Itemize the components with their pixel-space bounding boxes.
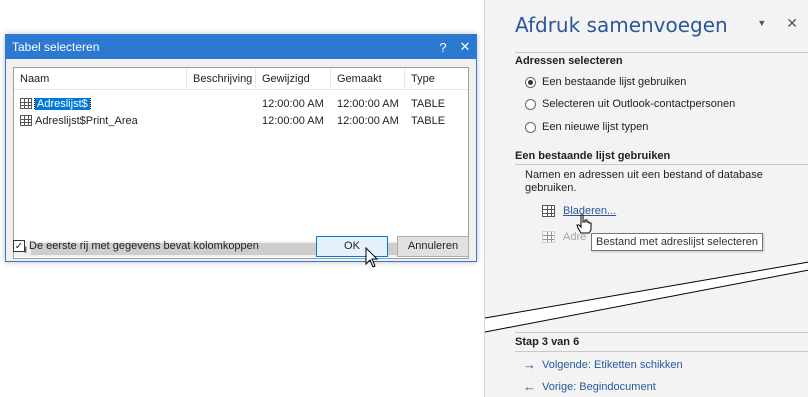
row-created: 12:00:00 AM [337, 114, 399, 127]
hand-pointer-icon [576, 214, 592, 234]
header-row-checkbox-label[interactable]: De eerste rij met gegevens bevat kolomko… [29, 240, 307, 252]
column-header-description[interactable]: Beschrijving [187, 68, 256, 90]
table-row[interactable]: Adreslijst$ 12:00:00 AM 12:00:00 AM TABL… [14, 95, 468, 112]
cancel-button[interactable]: Annuleren [397, 235, 469, 257]
dialog-title: Tabel selecteren [12, 40, 100, 54]
list-header: Naam Beschrijving Gewijzigd Gemaakt Type [14, 68, 468, 90]
row-type: TABLE [411, 97, 446, 110]
mail-merge-pane: Afdruk samenvoegen ▼ ✕ Adressen selecter… [484, 0, 808, 397]
row-type: TABLE [411, 114, 446, 127]
column-header-modified[interactable]: Gewijzigd [256, 68, 331, 90]
dialog-footer: ✓ De eerste rij met gegevens bevat kolom… [13, 235, 469, 257]
list-rows: Adreslijst$ 12:00:00 AM 12:00:00 AM TABL… [14, 95, 468, 129]
column-header-created[interactable]: Gemaakt [331, 68, 405, 90]
dialog-titlebar: Tabel selecteren ? ✕ [6, 35, 476, 59]
close-button[interactable]: ✕ [454, 35, 476, 59]
row-name: Adreslijst$Print_Area [35, 114, 138, 127]
mouse-pointer-icon [365, 247, 379, 268]
row-modified: 12:00:00 AM [262, 97, 324, 110]
header-row-checkbox[interactable]: ✓ [13, 240, 25, 252]
row-created: 12:00:00 AM [337, 97, 399, 110]
table-row[interactable]: Adreslijst$Print_Area 12:00:00 AM 12:00:… [14, 112, 468, 129]
table-list[interactable]: Naam Beschrijving Gewijzigd Gemaakt Type… [13, 67, 469, 259]
table-icon [20, 98, 32, 109]
column-header-type[interactable]: Type [405, 68, 468, 90]
help-button[interactable]: ? [432, 35, 454, 59]
crop-break-lines [485, 261, 808, 333]
browse-tooltip: Bestand met adreslijst selecteren [591, 233, 764, 251]
row-name-cell: Adreslijst$ [14, 97, 187, 110]
select-table-dialog: Tabel selecteren ? ✕ Naam Beschrijving G… [5, 34, 477, 262]
row-name-cell: Adreslijst$Print_Area [14, 115, 187, 127]
row-modified: 12:00:00 AM [262, 114, 324, 127]
table-icon [20, 115, 32, 126]
row-name: Adreslijst$ [34, 97, 91, 110]
column-header-name[interactable]: Naam [14, 68, 187, 90]
